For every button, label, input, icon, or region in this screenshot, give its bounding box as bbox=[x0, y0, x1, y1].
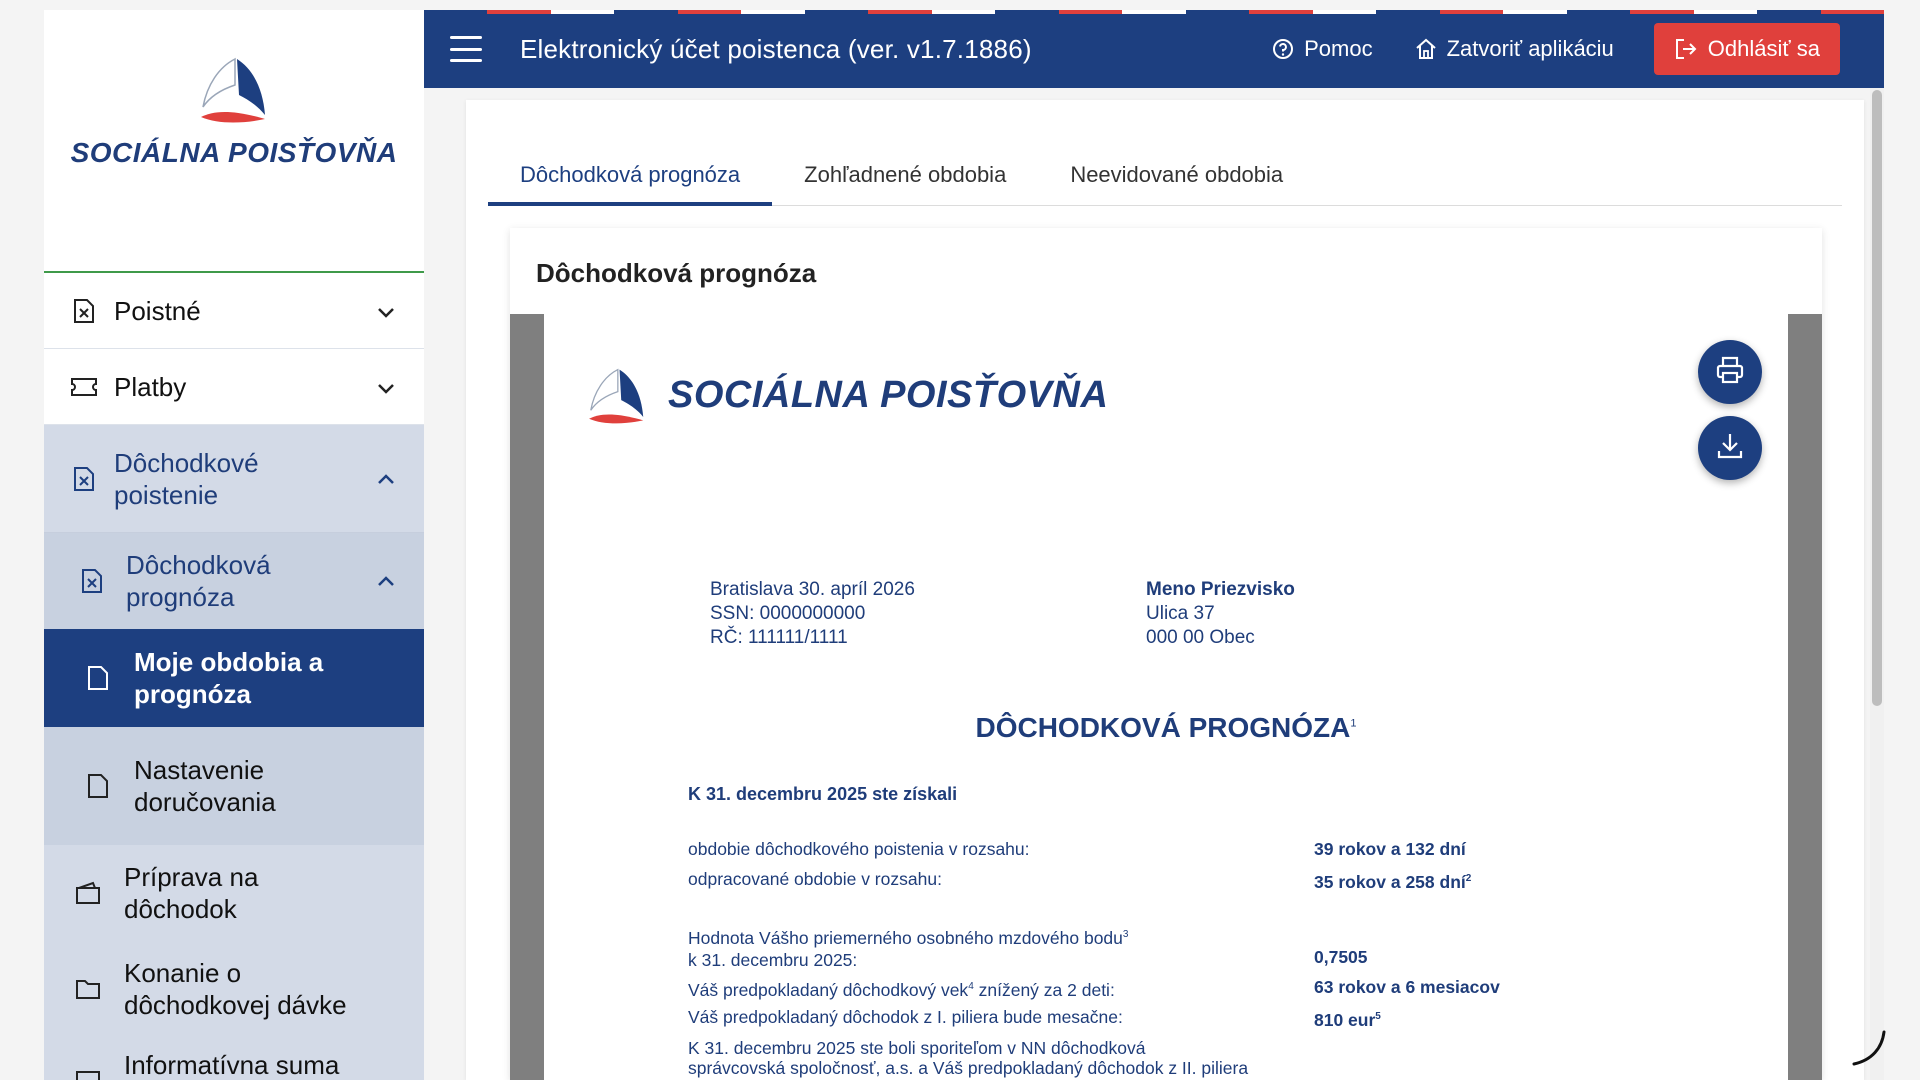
chevron-up-icon bbox=[374, 467, 398, 491]
chevron-up-icon bbox=[374, 569, 398, 593]
sidebar-item-platby[interactable]: Platby bbox=[44, 349, 424, 425]
tab-dochodkova-prognoza[interactable]: Dôchodková prognóza bbox=[488, 154, 773, 206]
document-card-title: Dôchodková prognóza bbox=[536, 258, 817, 288]
sidebar-logo[interactable]: SOCIÁLNA POISŤOVŇA bbox=[44, 10, 424, 273]
pdf-page: SOCIÁLNA POISŤOVŇA Bratislava 30. apríl … bbox=[544, 314, 1788, 1080]
download-button[interactable] bbox=[1698, 416, 1762, 480]
tab-neevidovane-obdobia[interactable]: Neevidované obdobia bbox=[1038, 154, 1315, 206]
close-app-link[interactable]: Zatvoriť aplikáciu bbox=[1415, 36, 1614, 62]
sidebar: SOCIÁLNA POISŤOVŇA Poistné Platby Dôchod… bbox=[44, 10, 424, 1080]
document-logo-text: SOCIÁLNA POISŤOVŇA bbox=[668, 373, 1109, 416]
sidebar-item-label: Konanie o dôchodkovej dávke bbox=[124, 958, 347, 1020]
recipient-street: Ulica 37 bbox=[1146, 603, 1215, 624]
sidebar-item-label: Informatívna suma bbox=[124, 1050, 340, 1080]
tab-bar: Dôchodková prognóza Zohľadnené obdobia N… bbox=[488, 154, 1842, 206]
download-icon bbox=[1715, 431, 1745, 466]
ssn: SSN: 0000000000 bbox=[710, 603, 866, 624]
sidebar-item-nastavenie-dorucovania[interactable]: Nastavenie doručovania bbox=[44, 727, 424, 845]
page-scrollbar-thumb[interactable] bbox=[1872, 90, 1882, 706]
main-content: Dôchodková prognóza Zohľadnené obdobia N… bbox=[466, 100, 1864, 1080]
print-button[interactable] bbox=[1698, 340, 1762, 404]
info-row-value: 0,7505 bbox=[1314, 947, 1368, 967]
info-row-label: obdobie dôchodkového poistenia v rozsahu… bbox=[688, 839, 1030, 859]
pdf-viewer[interactable]: SOCIÁLNA POISŤOVŇA Bratislava 30. apríl … bbox=[510, 314, 1822, 1080]
sidebar-item-label: Dôchodková prognóza bbox=[126, 550, 271, 612]
wallet-icon bbox=[74, 879, 102, 907]
sidebar-item-poistne[interactable]: Poistné bbox=[44, 273, 424, 349]
place-date: Bratislava 30. apríl 2026 bbox=[710, 579, 915, 600]
sidebar-item-label: Dôchodkové poistenie bbox=[114, 447, 259, 510]
info-row-label: odpracované obdobie v rozsahu: bbox=[688, 869, 942, 889]
help-label: Pomoc bbox=[1304, 36, 1373, 61]
document-subheading: K 31. decembru 2025 ste získali bbox=[688, 784, 958, 804]
sidebar-item-konanie[interactable]: Konanie o dôchodkovej dávke bbox=[44, 941, 424, 1037]
info-row-label: K 31. decembru 2025 ste boli sporiteľom … bbox=[688, 1038, 1249, 1078]
folder-icon bbox=[74, 975, 102, 1003]
sidebar-item-label: Moje obdobia a prognóza bbox=[134, 647, 324, 709]
document-logo: SOCIÁLNA POISŤOVŇA bbox=[584, 364, 1108, 426]
info-row-label: Váš predpokladaný dôchodkový vek4 znížen… bbox=[688, 979, 1115, 1000]
page: SOCIÁLNA POISŤOVŇA Poistné Platby Dôchod… bbox=[0, 0, 1920, 1080]
info-row-value: 35 rokov a 258 dní2 bbox=[1314, 871, 1472, 892]
birth-number: RČ: 111111/1111 bbox=[710, 627, 848, 648]
document-icon bbox=[70, 297, 98, 325]
info-row-value: 39 rokov a 132 dní bbox=[1314, 839, 1466, 859]
sidebar-item-moje-obdobia[interactable]: Moje obdobia a prognóza bbox=[44, 629, 424, 727]
top-actions: Pomoc Zatvoriť aplikáciu Odhlásiť sa bbox=[1230, 10, 1840, 88]
document-icon bbox=[78, 567, 106, 595]
chevron-down-icon bbox=[374, 299, 398, 323]
print-icon bbox=[1715, 355, 1745, 390]
sidebar-item-informativna-suma[interactable]: Informatívna suma bbox=[44, 1037, 424, 1080]
sidebar-item-dochodkova-prognoza[interactable]: Dôchodková prognóza bbox=[44, 533, 424, 629]
document-icon bbox=[70, 465, 98, 493]
loading-spinner-icon bbox=[1852, 1030, 1886, 1066]
logout-button[interactable]: Odhlásiť sa bbox=[1653, 23, 1840, 75]
sidebar-item-label: Platby bbox=[114, 371, 187, 402]
wallet-icon bbox=[74, 1063, 102, 1080]
top-bar: Elektronický účet poistenca (ver. v1.7.1… bbox=[424, 10, 1884, 88]
sidebar-item-label: Poistné bbox=[114, 295, 201, 326]
tab-zohladnene-obdobia[interactable]: Zohľadnené obdobia bbox=[772, 154, 1038, 206]
ticket-icon bbox=[70, 373, 98, 401]
info-row-value: 810 eur5 bbox=[1314, 1009, 1381, 1030]
sidebar-item-label: Nastavenie doručovania bbox=[134, 755, 276, 817]
social-insurance-logo-icon bbox=[589, 368, 644, 424]
header-color-stripes bbox=[424, 10, 1885, 14]
app-title: Elektronický účet poistenca (ver. v1.7.1… bbox=[520, 33, 1032, 64]
sidebar-item-priprava[interactable]: Príprava na dôchodok bbox=[44, 845, 424, 941]
logout-icon bbox=[1674, 38, 1698, 60]
recipient-info: Meno Priezvisko Ulica 37 000 00 Obec bbox=[1146, 578, 1295, 650]
sender-info: Bratislava 30. apríl 2026 SSN: 000000000… bbox=[710, 578, 915, 650]
document-heading: DÔCHODKOVÁ PROGNÓZA1 bbox=[975, 712, 1357, 743]
help-icon bbox=[1272, 38, 1294, 60]
menu-icon[interactable] bbox=[450, 36, 482, 62]
home-icon bbox=[1415, 38, 1437, 60]
sidebar-logo-text: SOCIÁLNA POISŤOVŇA bbox=[70, 137, 398, 168]
document-card: Dôchodková prognóza SOCIÁLNA POISŤOVŇA B… bbox=[510, 228, 1822, 1080]
sidebar-item-dochodkove-poistenie[interactable]: Dôchodkové poistenie bbox=[44, 425, 424, 533]
chevron-down-icon bbox=[374, 375, 398, 399]
help-link[interactable]: Pomoc bbox=[1272, 36, 1373, 62]
info-row-label: Váš predpokladaný dôchodok z I. piliera … bbox=[688, 1007, 1123, 1027]
document-icon bbox=[84, 772, 112, 800]
info-row-value: 63 rokov a 6 mesiacov bbox=[1314, 977, 1500, 997]
recipient-name: Meno Priezvisko bbox=[1146, 579, 1295, 600]
sidebar-item-label: Príprava na dôchodok bbox=[124, 862, 259, 924]
info-row-label: Hodnota Vášho priemerného osobného mzdov… bbox=[688, 927, 1129, 970]
logout-label: Odhlásiť sa bbox=[1707, 36, 1820, 61]
social-insurance-logo-icon bbox=[201, 57, 265, 123]
close-app-label: Zatvoriť aplikáciu bbox=[1446, 36, 1614, 61]
document-icon bbox=[84, 664, 112, 692]
recipient-city: 000 00 Obec bbox=[1146, 627, 1255, 648]
